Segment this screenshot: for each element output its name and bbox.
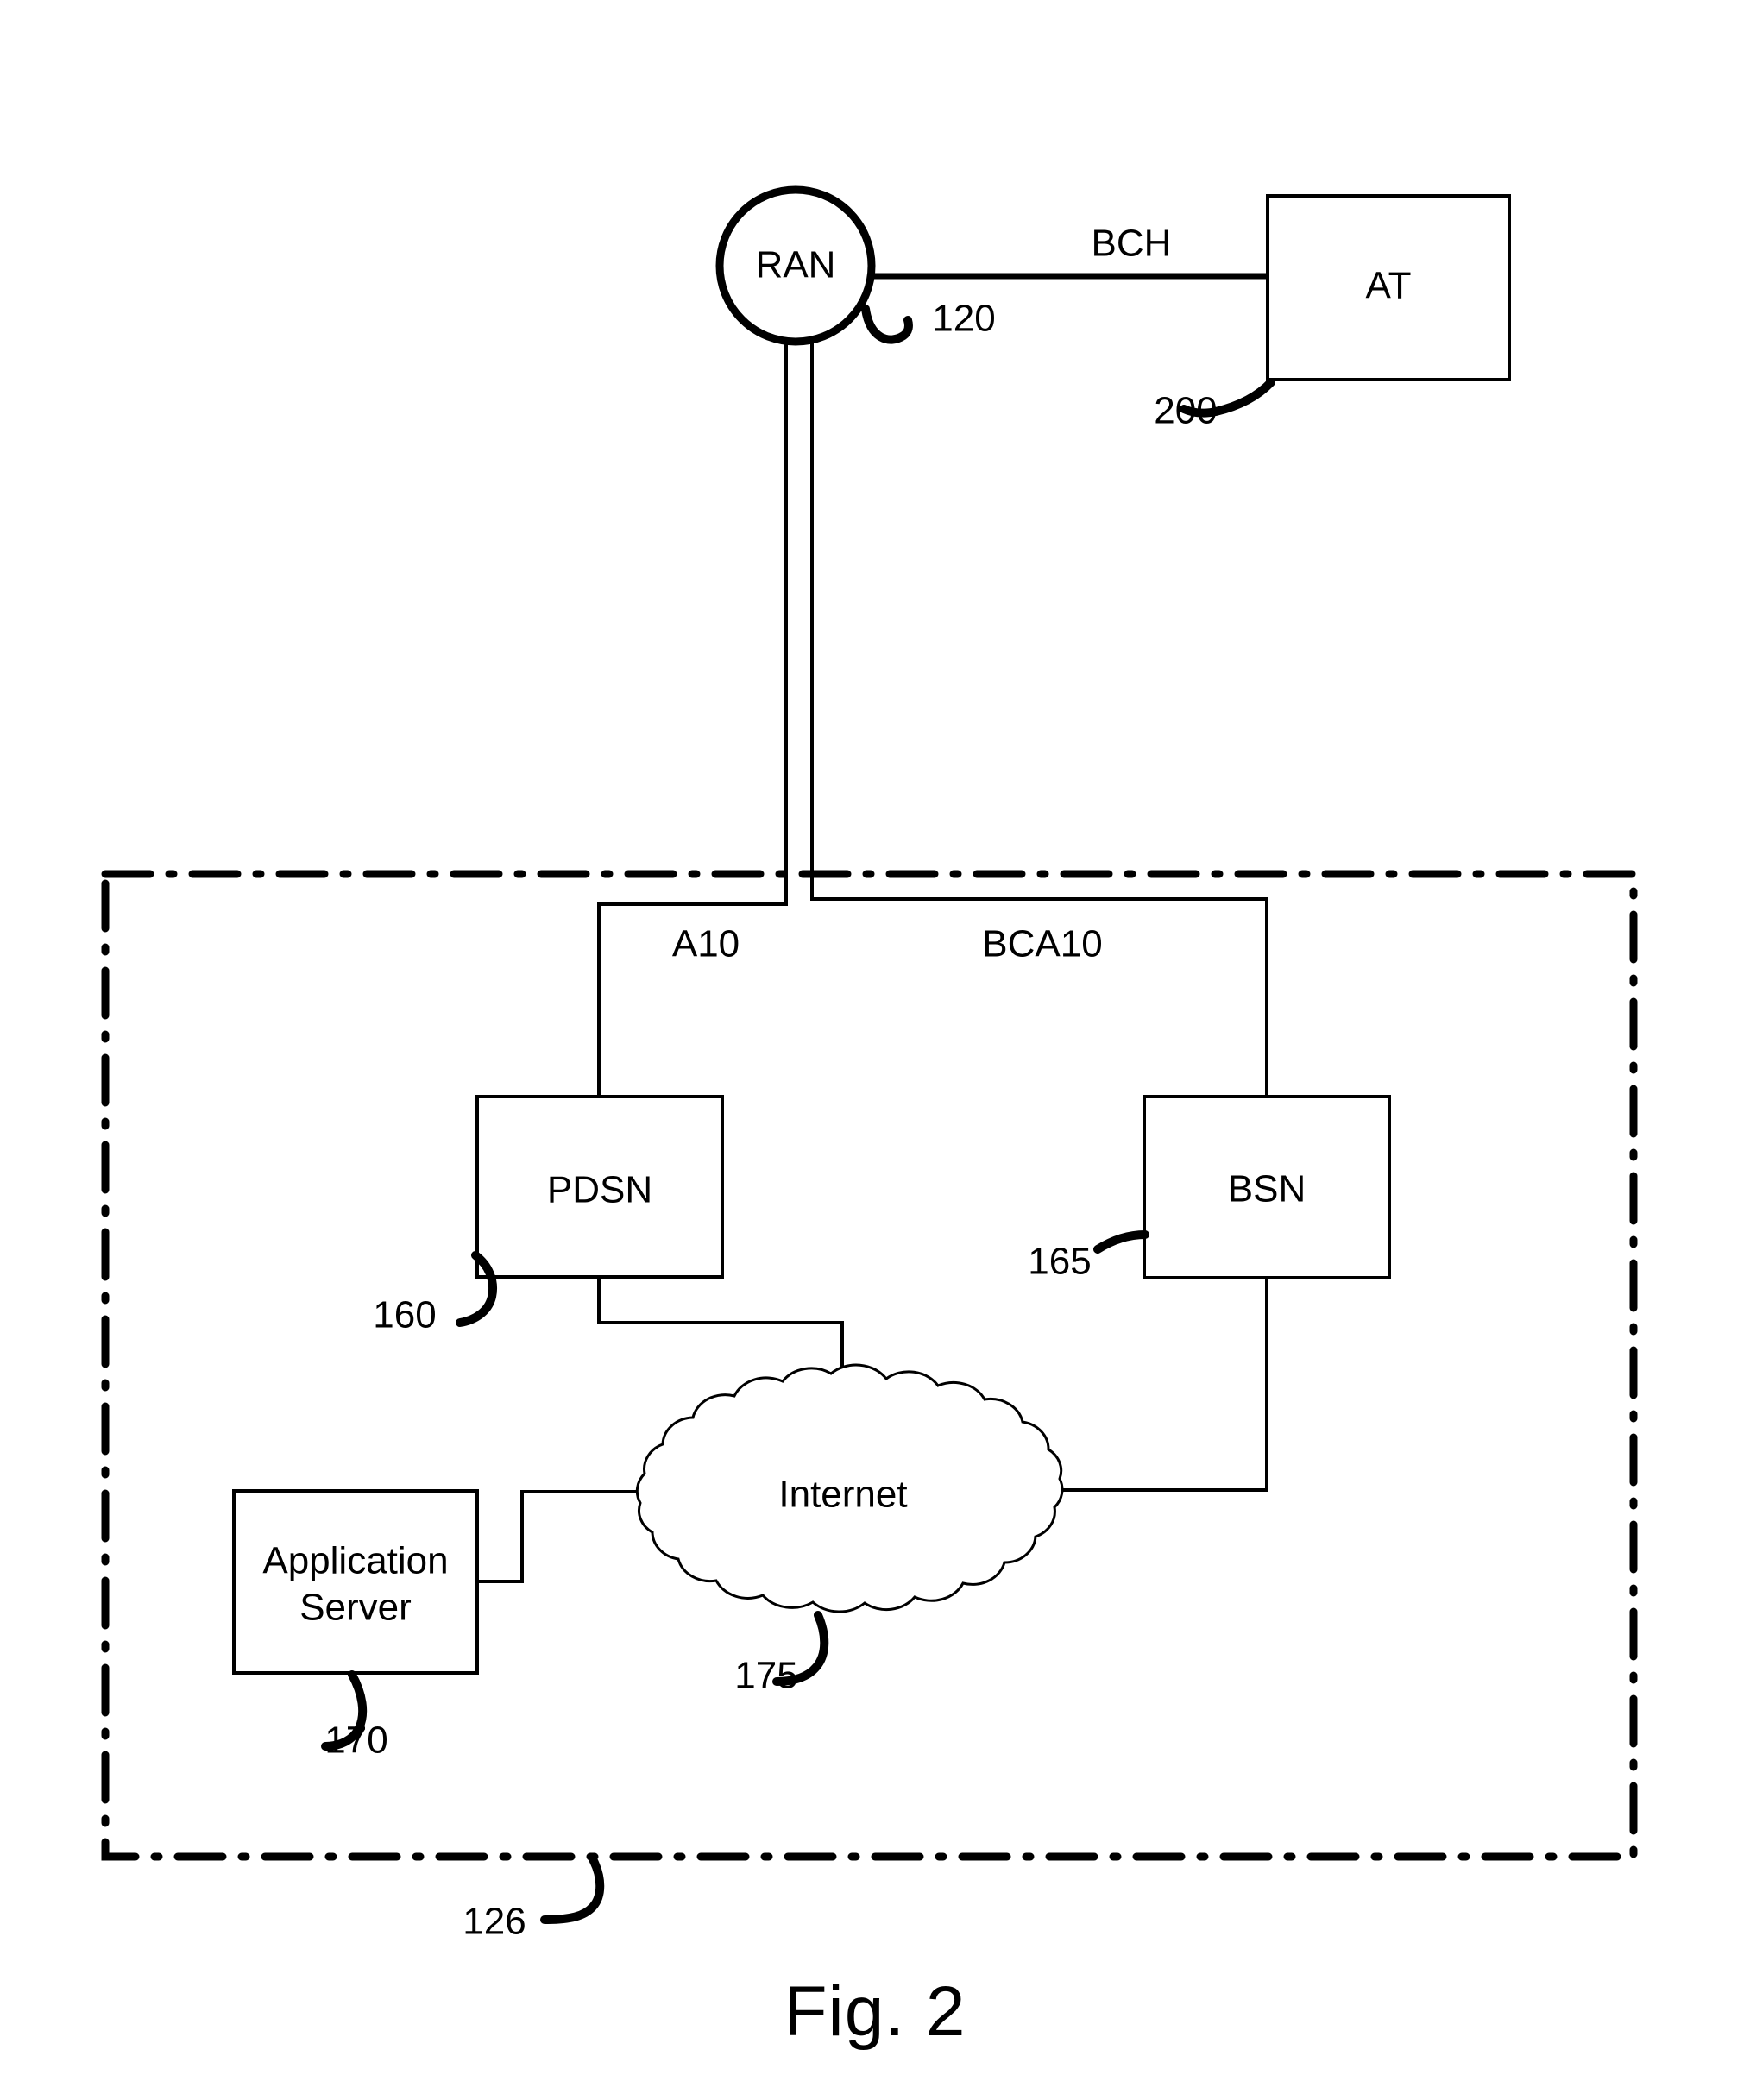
internet-cloud-shape [635, 1363, 1064, 1613]
ref-leader-175 [772, 1611, 829, 1686]
application-server-node-box [232, 1489, 479, 1675]
ref-leader-165 [1093, 1230, 1149, 1254]
bca10-link-path [810, 340, 1268, 1097]
ran-node-circle [715, 185, 876, 346]
ref-leader-120 [861, 305, 913, 344]
figure-canvas [101, 185, 1638, 1924]
a10-link-path [597, 340, 788, 1097]
at-node-box [1266, 194, 1511, 381]
pdsn-node-box [475, 1095, 724, 1279]
patent-figure-2: RAN AT PDSN BSN Internet Application Ser… [0, 0, 1750, 2100]
network-boundary-126 [101, 870, 1638, 1861]
ref-leader-126 [540, 1855, 605, 1924]
appserver-internet-link-path [477, 1490, 666, 1583]
ref-leader-170 [321, 1670, 368, 1751]
bsn-node-box [1143, 1095, 1391, 1279]
ref-leader-200 [1180, 378, 1275, 418]
pdsn-internet-link-path [597, 1277, 844, 1377]
